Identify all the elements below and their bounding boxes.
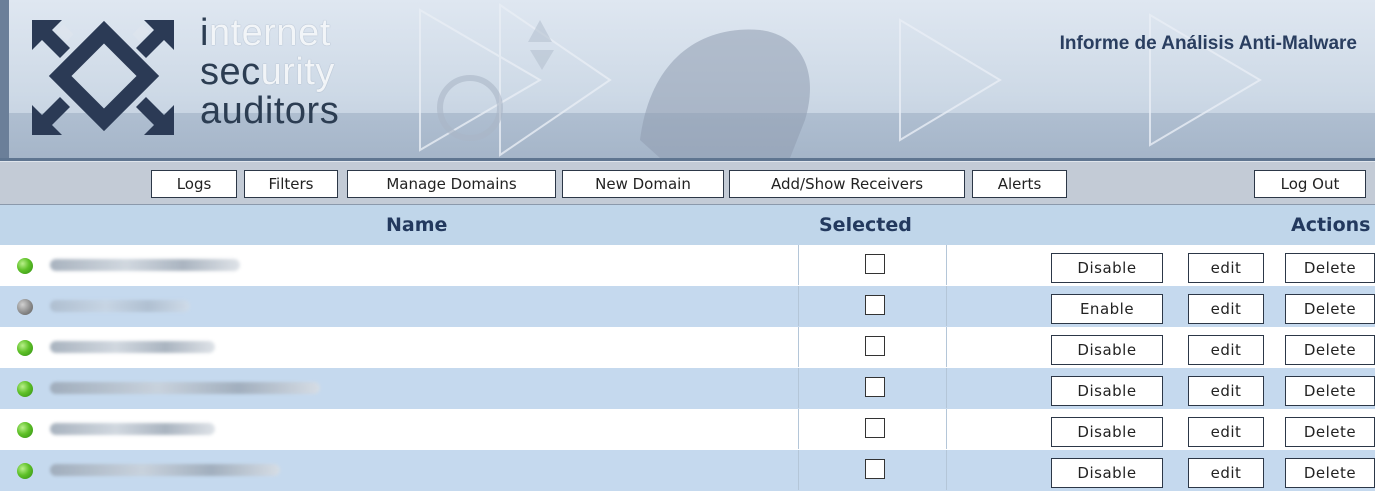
redacted-domain-name — [50, 464, 280, 476]
column-header-name: Name — [386, 214, 448, 236]
redacted-domain-name — [50, 382, 320, 394]
select-checkbox[interactable] — [865, 418, 885, 438]
edit-button[interactable]: edit — [1188, 335, 1264, 365]
select-checkbox[interactable] — [865, 295, 885, 315]
status-enabled-icon — [17, 258, 33, 274]
alerts-button[interactable]: Alerts — [972, 170, 1067, 198]
new-domain-button[interactable]: New Domain — [562, 170, 724, 198]
delete-button[interactable]: Delete — [1285, 417, 1375, 447]
disable-button[interactable]: Disable — [1051, 376, 1163, 406]
logo-word-rest: nternet — [208, 12, 331, 54]
logo-word-highlight: auditors — [200, 90, 340, 132]
logo-line-1: internet — [200, 14, 339, 53]
logo-word-rest: urity — [260, 51, 335, 93]
select-checkbox[interactable] — [865, 254, 885, 274]
table-header: Name Selected Actions — [0, 205, 1375, 245]
delete-button[interactable]: Delete — [1285, 253, 1375, 283]
redacted-domain-name — [50, 341, 215, 353]
table-row: Disable edit Delete — [0, 409, 1375, 450]
select-checkbox[interactable] — [865, 459, 885, 479]
disable-button[interactable]: Disable — [1051, 417, 1163, 447]
column-header-actions: Actions — [1291, 214, 1371, 236]
disable-button[interactable]: Disable — [1051, 253, 1163, 283]
logout-button[interactable]: Log Out — [1254, 170, 1366, 198]
redacted-domain-name — [50, 300, 190, 312]
delete-button[interactable]: Delete — [1285, 458, 1375, 488]
disable-button[interactable]: Disable — [1051, 335, 1163, 365]
manage-domains-button[interactable]: Manage Domains — [347, 170, 556, 198]
select-checkbox[interactable] — [865, 377, 885, 397]
logo-wordmark: internet security auditors — [200, 14, 339, 131]
status-enabled-icon — [17, 340, 33, 356]
status-enabled-icon — [17, 422, 33, 438]
header-banner: internet security auditors Informe de An… — [0, 0, 1375, 161]
disable-button[interactable]: Disable — [1051, 458, 1163, 488]
logo-word-highlight: i — [200, 12, 209, 54]
status-disabled-icon — [17, 299, 33, 315]
add-show-receivers-button[interactable]: Add/Show Receivers — [729, 170, 965, 198]
delete-button[interactable]: Delete — [1285, 294, 1375, 324]
edit-button[interactable]: edit — [1188, 253, 1264, 283]
delete-button[interactable]: Delete — [1285, 376, 1375, 406]
page-title: Informe de Análisis Anti-Malware — [1059, 33, 1357, 54]
logo-word-highlight: sec — [200, 51, 261, 93]
logs-button[interactable]: Logs — [151, 170, 237, 198]
table-row: Disable edit Delete — [0, 245, 1375, 286]
status-enabled-icon — [17, 463, 33, 479]
edit-button[interactable]: edit — [1188, 376, 1264, 406]
delete-button[interactable]: Delete — [1285, 335, 1375, 365]
filters-button[interactable]: Filters — [244, 170, 338, 198]
logo-diamond-icon — [32, 20, 174, 135]
main-toolbar: Logs Filters Manage Domains New Domain A… — [0, 161, 1375, 205]
edit-button[interactable]: edit — [1188, 458, 1264, 488]
table-row: Disable edit Delete — [0, 368, 1375, 409]
status-enabled-icon — [17, 381, 33, 397]
logo-line-3: auditors — [200, 92, 339, 131]
edit-button[interactable]: edit — [1188, 417, 1264, 447]
column-header-selected: Selected — [819, 214, 912, 236]
select-checkbox[interactable] — [865, 336, 885, 356]
logo-line-2: security — [200, 53, 339, 92]
edit-button[interactable]: edit — [1188, 294, 1264, 324]
redacted-domain-name — [50, 259, 240, 271]
enable-button[interactable]: Enable — [1051, 294, 1163, 324]
table-row: Disable edit Delete — [0, 327, 1375, 368]
table-row: Enable edit Delete — [0, 286, 1375, 327]
redacted-domain-name — [50, 423, 215, 435]
